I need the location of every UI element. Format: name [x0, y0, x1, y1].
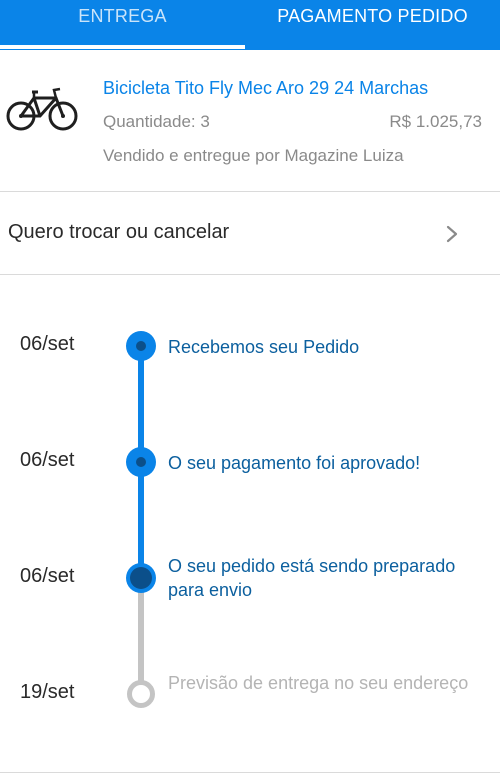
product-title[interactable]: Bicicleta Tito Fly Mec Aro 29 24 Marchas: [103, 78, 428, 99]
tab-bar: ENTREGA PAGAMENTO PEDIDO: [0, 0, 500, 50]
tab-entrega[interactable]: ENTREGA: [0, 0, 245, 50]
step-date: 06/set: [20, 333, 75, 355]
step-text: O seu pagamento foi aprovado!: [168, 453, 421, 473]
product-card[interactable]: Bicicleta Tito Fly Mec Aro 29 24 Marchas…: [0, 50, 500, 192]
order-timeline: 06/set Recebemos seu Pedido 06/set O seu…: [0, 276, 500, 775]
step-done-dot: [126, 447, 156, 477]
product-quantity: Quantidade: 3: [103, 112, 210, 131]
step-current-dot: [126, 563, 156, 593]
bicycle-icon: [6, 87, 78, 131]
product-price: R$ 1.025,73: [389, 112, 482, 131]
divider: [0, 772, 500, 773]
step-date: 19/set: [20, 681, 75, 703]
chevron-right-icon: [446, 225, 458, 243]
step-text: Recebemos seu Pedido: [168, 337, 360, 357]
exchange-cancel-label: Quero trocar ou cancelar: [8, 221, 230, 243]
step-done-dot: [126, 331, 156, 361]
active-tab-indicator: [0, 45, 245, 49]
step-pending-dot: [127, 680, 155, 708]
tab-pagamento-pedido[interactable]: PAGAMENTO PEDIDO: [245, 0, 500, 50]
timeline-pending-line: [138, 578, 144, 693]
step-text: Previsão de entrega no seu endereço: [168, 673, 469, 693]
product-seller: Vendido e entregue por Magazine Luiza: [103, 146, 404, 165]
step-text: O seu pedido está sendo preparado para e…: [168, 556, 456, 600]
step-date: 06/set: [20, 565, 75, 587]
exchange-cancel-row[interactable]: Quero trocar ou cancelar: [0, 193, 500, 275]
step-date: 06/set: [20, 449, 75, 471]
